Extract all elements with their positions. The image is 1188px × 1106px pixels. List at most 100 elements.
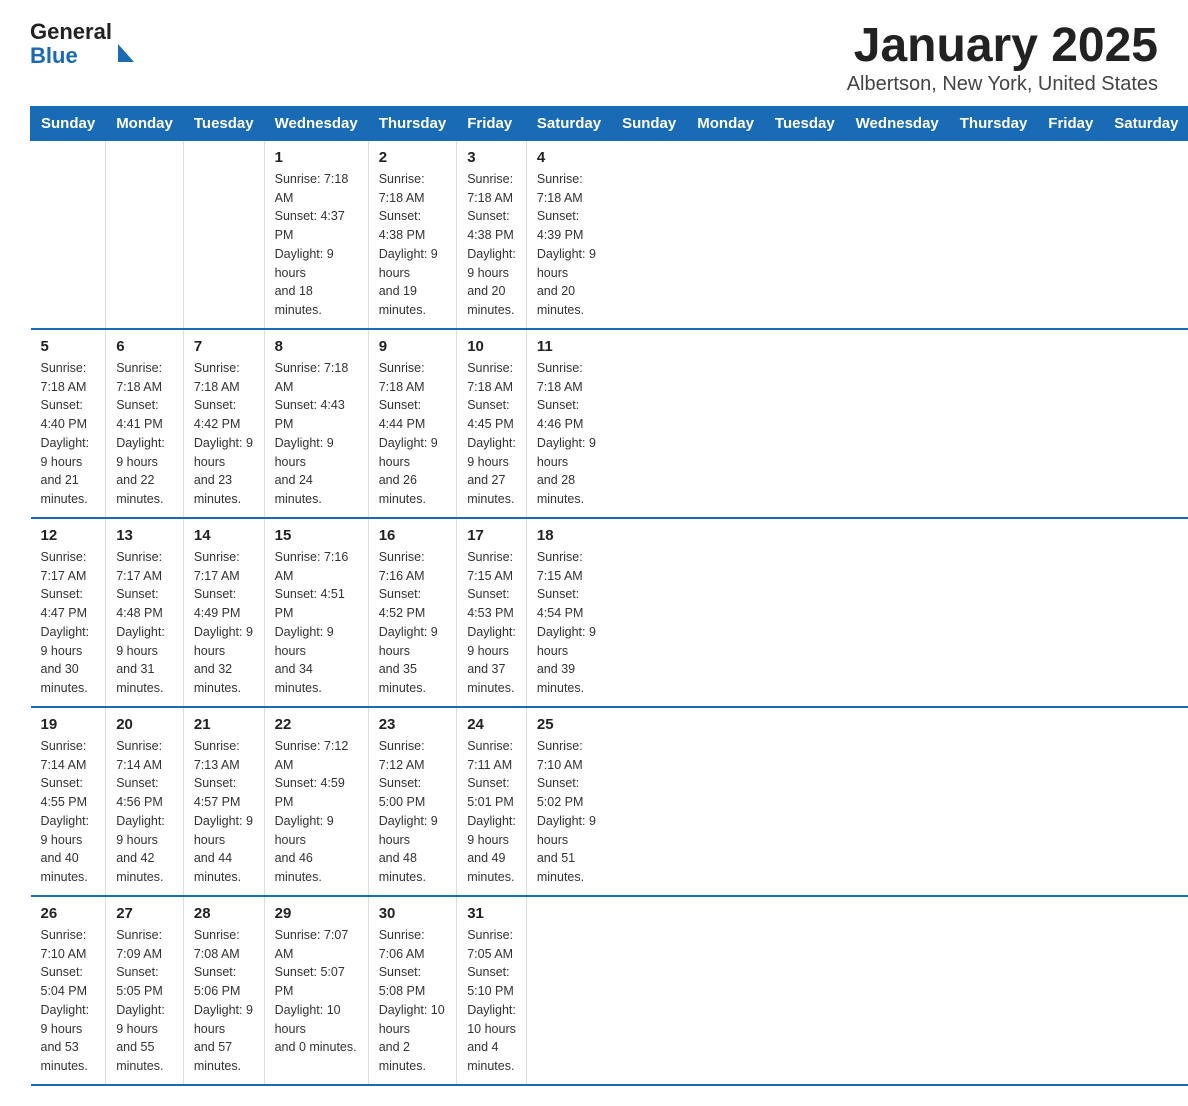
day-info: Sunrise: 7:18 AM Sunset: 4:40 PM Dayligh… bbox=[41, 359, 96, 509]
day-info: Sunrise: 7:13 AM Sunset: 4:57 PM Dayligh… bbox=[194, 737, 254, 887]
day-number: 18 bbox=[537, 527, 602, 544]
day-info: Sunrise: 7:17 AM Sunset: 4:48 PM Dayligh… bbox=[116, 548, 173, 698]
calendar-cell bbox=[31, 140, 106, 329]
day-number: 11 bbox=[537, 338, 602, 355]
day-number: 21 bbox=[194, 716, 254, 733]
day-number: 16 bbox=[379, 527, 447, 544]
day-info: Sunrise: 7:18 AM Sunset: 4:46 PM Dayligh… bbox=[537, 359, 602, 509]
calendar-cell: 12 Sunrise: 7:17 AM Sunset: 4:47 PM Dayli… bbox=[31, 518, 106, 707]
calendar-cell: 1Sunrise: 7:18 AM Sunset: 4:37 PM Daylig… bbox=[264, 140, 368, 329]
calendar-day-header: Monday bbox=[687, 106, 765, 140]
calendar-day-header: Tuesday bbox=[183, 106, 264, 140]
day-number: 17 bbox=[467, 527, 516, 544]
calendar-cell bbox=[183, 140, 264, 329]
day-number: 19 bbox=[41, 716, 96, 733]
calendar-cell: 29 Sunrise: 7:07 AM Sunset: 5:07 PM Dayli… bbox=[264, 896, 368, 1085]
day-info: Sunrise: 7:18 AM Sunset: 4:38 PM Dayligh… bbox=[379, 170, 447, 320]
day-number: 31 bbox=[467, 905, 516, 922]
day-info: Sunrise: 7:18 AM Sunset: 4:38 PM Dayligh… bbox=[467, 170, 516, 320]
calendar-week-row: 26Sunrise: 7:10 AM Sunset: 5:04 PM Dayli… bbox=[31, 896, 1188, 1085]
day-info: Sunrise: 7:17 AM Sunset: 4:49 PM Dayligh… bbox=[194, 548, 254, 698]
day-number: 2 bbox=[379, 149, 447, 166]
day-info: Sunrise: 7:18 AM Sunset: 4:43 PM Dayligh… bbox=[275, 359, 358, 509]
calendar-cell: 23 Sunrise: 7:12 AM Sunset: 5:00 PM Dayli… bbox=[368, 707, 457, 896]
day-info: Sunrise: 7:18 AM Sunset: 4:44 PM Dayligh… bbox=[379, 359, 447, 509]
calendar-cell: 20 Sunrise: 7:14 AM Sunset: 4:56 PM Dayli… bbox=[106, 707, 184, 896]
day-info: Sunrise: 7:11 AM Sunset: 5:01 PM Dayligh… bbox=[467, 737, 516, 887]
day-number: 13 bbox=[116, 527, 173, 544]
calendar-cell: 6 Sunrise: 7:18 AM Sunset: 4:41 PM Daylig… bbox=[106, 329, 184, 518]
calendar-cell: 21 Sunrise: 7:13 AM Sunset: 4:57 PM Dayli… bbox=[183, 707, 264, 896]
day-info: Sunrise: 7:15 AM Sunset: 4:53 PM Dayligh… bbox=[467, 548, 516, 698]
day-number: 30 bbox=[379, 905, 447, 922]
day-info: Sunrise: 7:18 AM Sunset: 4:37 PM Dayligh… bbox=[275, 170, 358, 320]
day-number: 20 bbox=[116, 716, 173, 733]
day-number: 29 bbox=[275, 905, 358, 922]
calendar-cell: 5 Sunrise: 7:18 AM Sunset: 4:40 PM Daylig… bbox=[31, 329, 106, 518]
calendar-cell: 22 Sunrise: 7:12 AM Sunset: 4:59 PM Dayli… bbox=[264, 707, 368, 896]
calendar-week-row: 19 Sunrise: 7:14 AM Sunset: 4:55 PM Dayli… bbox=[31, 707, 1188, 896]
calendar-day-header: Thursday bbox=[949, 106, 1038, 140]
day-number: 10 bbox=[467, 338, 516, 355]
calendar-week-row: 12 Sunrise: 7:17 AM Sunset: 4:47 PM Dayli… bbox=[31, 518, 1188, 707]
calendar-cell: 17 Sunrise: 7:15 AM Sunset: 4:53 PM Dayli… bbox=[457, 518, 527, 707]
page-title: January 2025 bbox=[847, 20, 1158, 73]
calendar-cell: 24Sunrise: 7:11 AM Sunset: 5:01 PM Dayli… bbox=[457, 707, 527, 896]
calendar-cell: 18Sunrise: 7:15 AM Sunset: 4:54 PM Dayli… bbox=[526, 518, 611, 707]
day-info: Sunrise: 7:16 AM Sunset: 4:52 PM Dayligh… bbox=[379, 548, 447, 698]
day-number: 9 bbox=[379, 338, 447, 355]
day-number: 6 bbox=[116, 338, 173, 355]
calendar-day-header: Wednesday bbox=[845, 106, 949, 140]
calendar-cell: 26Sunrise: 7:10 AM Sunset: 5:04 PM Dayli… bbox=[31, 896, 106, 1085]
logo-blue: Blue bbox=[30, 44, 112, 68]
day-number: 5 bbox=[41, 338, 96, 355]
calendar-cell: 31 Sunrise: 7:05 AM Sunset: 5:10 PM Dayli… bbox=[457, 896, 527, 1085]
calendar-cell: 4 Sunrise: 7:18 AM Sunset: 4:39 PM Daylig… bbox=[526, 140, 611, 329]
calendar-day-header: Sunday bbox=[612, 106, 687, 140]
calendar-day-header: Friday bbox=[1038, 106, 1104, 140]
day-info: Sunrise: 7:14 AM Sunset: 4:56 PM Dayligh… bbox=[116, 737, 173, 887]
calendar-cell: 15 Sunrise: 7:16 AM Sunset: 4:51 PM Dayli… bbox=[264, 518, 368, 707]
logo-arrow-icon bbox=[118, 44, 134, 62]
calendar-day-header: Friday bbox=[457, 106, 527, 140]
calendar-cell: 14 Sunrise: 7:17 AM Sunset: 4:49 PM Dayli… bbox=[183, 518, 264, 707]
day-info: Sunrise: 7:08 AM Sunset: 5:06 PM Dayligh… bbox=[194, 926, 254, 1076]
day-number: 8 bbox=[275, 338, 358, 355]
calendar-cell: 2 Sunrise: 7:18 AM Sunset: 4:38 PM Daylig… bbox=[368, 140, 457, 329]
day-number: 15 bbox=[275, 527, 358, 544]
day-number: 23 bbox=[379, 716, 447, 733]
calendar-cell: 7Sunrise: 7:18 AM Sunset: 4:42 PM Daylig… bbox=[183, 329, 264, 518]
calendar-cell bbox=[526, 896, 611, 1085]
day-info: Sunrise: 7:12 AM Sunset: 5:00 PM Dayligh… bbox=[379, 737, 447, 887]
day-info: Sunrise: 7:17 AM Sunset: 4:47 PM Dayligh… bbox=[41, 548, 96, 698]
day-number: 3 bbox=[467, 149, 516, 166]
day-info: Sunrise: 7:14 AM Sunset: 4:55 PM Dayligh… bbox=[41, 737, 96, 887]
calendar-cell: 11 Sunrise: 7:18 AM Sunset: 4:46 PM Dayli… bbox=[526, 329, 611, 518]
calendar-header-row: SundayMondayTuesdayWednesdayThursdayFrid… bbox=[31, 106, 1188, 140]
day-info: Sunrise: 7:05 AM Sunset: 5:10 PM Dayligh… bbox=[467, 926, 516, 1076]
calendar-day-header: Thursday bbox=[368, 106, 457, 140]
day-info: Sunrise: 7:12 AM Sunset: 4:59 PM Dayligh… bbox=[275, 737, 358, 887]
calendar-cell: 27Sunrise: 7:09 AM Sunset: 5:05 PM Dayli… bbox=[106, 896, 184, 1085]
day-info: Sunrise: 7:16 AM Sunset: 4:51 PM Dayligh… bbox=[275, 548, 358, 698]
calendar-day-header: Saturday bbox=[526, 106, 611, 140]
day-number: 4 bbox=[537, 149, 602, 166]
day-info: Sunrise: 7:18 AM Sunset: 4:42 PM Dayligh… bbox=[194, 359, 254, 509]
logo: General Blue bbox=[30, 20, 134, 68]
day-info: Sunrise: 7:10 AM Sunset: 5:02 PM Dayligh… bbox=[537, 737, 602, 887]
logo-general: General bbox=[30, 20, 112, 44]
day-info: Sunrise: 7:18 AM Sunset: 4:41 PM Dayligh… bbox=[116, 359, 173, 509]
day-number: 22 bbox=[275, 716, 358, 733]
page-header: General Blue January 2025 Albertson, New… bbox=[30, 20, 1158, 96]
calendar-cell: 30Sunrise: 7:06 AM Sunset: 5:08 PM Dayli… bbox=[368, 896, 457, 1085]
calendar-day-header: Tuesday bbox=[764, 106, 845, 140]
day-info: Sunrise: 7:18 AM Sunset: 4:45 PM Dayligh… bbox=[467, 359, 516, 509]
calendar-day-header: Saturday bbox=[1104, 106, 1188, 140]
day-number: 12 bbox=[41, 527, 96, 544]
title-block: January 2025 Albertson, New York, United… bbox=[847, 20, 1158, 96]
day-info: Sunrise: 7:18 AM Sunset: 4:39 PM Dayligh… bbox=[537, 170, 602, 320]
day-number: 27 bbox=[116, 905, 173, 922]
day-number: 14 bbox=[194, 527, 254, 544]
calendar-cell: 16 Sunrise: 7:16 AM Sunset: 4:52 PM Dayli… bbox=[368, 518, 457, 707]
day-info: Sunrise: 7:07 AM Sunset: 5:07 PM Dayligh… bbox=[275, 926, 358, 1057]
